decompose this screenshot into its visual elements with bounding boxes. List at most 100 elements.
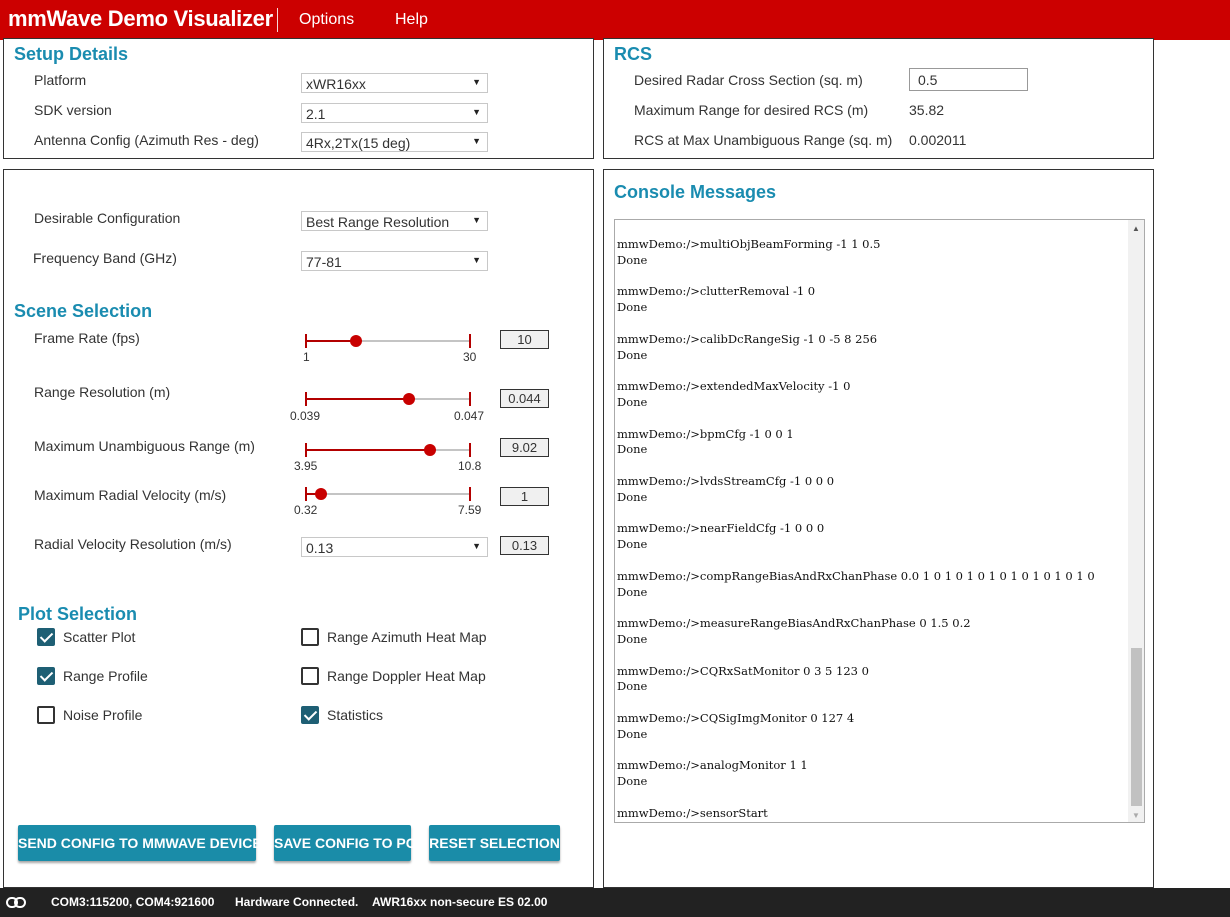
slider-thumb[interactable] — [402, 393, 415, 405]
menu-options[interactable]: Options — [299, 11, 354, 29]
sdk-label: SDK version — [34, 102, 112, 118]
frame-rate-value[interactable]: 10 — [500, 330, 549, 349]
console-scrollbar[interactable]: ▲ ▼ — [1128, 220, 1144, 822]
slider-min-tick — [305, 334, 307, 348]
console-command: mmwDemo:/>lvdsStreamCfg -1 0 0 0 — [617, 474, 835, 489]
max-radial-velocity-slider[interactable] — [305, 484, 471, 504]
status-connection: Hardware Connected. — [235, 895, 359, 909]
desirable-config-label: Desirable Configuration — [34, 210, 181, 226]
slider-max-tick — [469, 392, 471, 406]
slider-min-tick — [305, 392, 307, 406]
title-divider — [277, 8, 278, 32]
console-output[interactable]: mmwDemo:/>multiObjBeamForming -1 1 0.5 Do… — [614, 219, 1145, 823]
range-resolution-label: Range Resolution (m) — [34, 384, 171, 400]
send-config-button[interactable]: SEND CONFIG TO MMWAVE DEVICE — [18, 825, 262, 861]
max-velocity-min: 0.32 — [294, 503, 318, 517]
desired-rcs-input[interactable]: 0.5 — [909, 68, 1028, 91]
scene-selection-title: Scene Selection — [14, 301, 153, 321]
range-azimuth-heatmap-label: Range Azimuth Heat Map — [327, 629, 487, 645]
console-response: Done — [617, 300, 648, 315]
console-entry: mmwDemo:/>calibDcRangeSig -1 0 -5 8 256 D… — [617, 332, 1127, 363]
console-command: mmwDemo:/>clutterRemoval -1 0 — [617, 284, 816, 299]
max-velocity-max: 7.59 — [458, 503, 482, 517]
console-entry: mmwDemo:/>multiObjBeamForming -1 1 0.5 Do… — [617, 237, 1127, 268]
antenna-value: 4Rx,2Tx(15 deg) — [306, 135, 411, 151]
slider-thumb[interactable] — [350, 335, 363, 347]
console-entry: mmwDemo:/>lvdsStreamCfg -1 0 0 0 Done — [617, 474, 1127, 505]
app-title: mmWave Demo Visualizer — [8, 6, 273, 31]
status-device: AWR16xx non-secure ES 02.00 — [372, 895, 548, 909]
console-entry: mmwDemo:/>analogMonitor 1 1 Done — [617, 758, 1127, 789]
sdk-select[interactable]: 2.1 ▼ — [301, 103, 488, 123]
console-command: mmwDemo:/>extendedMaxVelocity -1 0 — [617, 379, 851, 394]
plot-selection-title: Plot Selection — [18, 604, 138, 624]
desirable-config-select[interactable]: Best Range Resolution ▼ — [301, 211, 488, 231]
link-icon — [6, 897, 26, 908]
save-config-button[interactable]: SAVE CONFIG TO PC — [274, 825, 416, 861]
range-doppler-heatmap-label: Range Doppler Heat Map — [327, 668, 486, 684]
status-ports: COM3:115200, COM4:921600 — [51, 895, 215, 909]
console-response: Done — [617, 394, 648, 409]
slider-thumb[interactable] — [424, 444, 437, 456]
desirable-config-value: Best Range Resolution — [306, 214, 450, 230]
range-resolution-slider[interactable] — [305, 389, 471, 409]
console-entry: mmwDemo:/>clutterRemoval -1 0 Done — [617, 284, 1127, 315]
noise-profile-label: Noise Profile — [63, 707, 143, 723]
console-response: Done — [617, 252, 648, 267]
reset-selection-button[interactable]: RESET SELECTION — [429, 825, 560, 861]
console-entry: mmwDemo:/>measureRangeBiasAndRxChanPhase… — [617, 616, 1127, 647]
range-resolution-value[interactable]: 0.044 — [500, 389, 549, 408]
menu-help[interactable]: Help — [395, 11, 428, 29]
statistics-checkbox[interactable] — [301, 706, 319, 724]
console-command: mmwDemo:/>analogMonitor 1 1 — [617, 758, 808, 773]
velocity-resolution-label: Radial Velocity Resolution (m/s) — [34, 536, 232, 552]
range-resolution-max: 0.047 — [454, 409, 485, 423]
console-command: mmwDemo:/>sensorStart — [617, 805, 768, 820]
frequency-band-label: Frequency Band (GHz) — [33, 250, 177, 266]
chevron-down-icon: ▼ — [472, 541, 481, 551]
app-header: mmWave Demo Visualizer Options Help — [0, 0, 1230, 40]
frequency-band-select[interactable]: 77-81 ▼ — [301, 251, 488, 271]
max-unambiguous-range-value[interactable]: 9.02 — [500, 438, 549, 457]
console-entry: mmwDemo:/>extendedMaxVelocity -1 0 Done — [617, 379, 1127, 410]
range-doppler-heatmap-checkbox[interactable] — [301, 667, 319, 685]
max-radial-velocity-value[interactable]: 1 — [500, 487, 549, 506]
scrollbar-thumb[interactable] — [1131, 648, 1142, 806]
chevron-down-icon: ▼ — [472, 255, 481, 265]
console-response: Done — [617, 726, 648, 741]
max-velocity-label: Maximum Radial Velocity (m/s) — [34, 487, 227, 503]
chevron-down-icon: ▼ — [472, 136, 481, 146]
scroll-down-icon[interactable]: ▼ — [1132, 811, 1140, 820]
slider-track — [305, 493, 471, 495]
velocity-resolution-value: 0.13 — [500, 536, 549, 555]
slider-max-tick — [469, 443, 471, 457]
console-entry: mmwDemo:/>CQRxSatMonitor 0 3 5 123 0 Done — [617, 664, 1127, 695]
console-command: mmwDemo:/>measureRangeBiasAndRxChanPhase… — [617, 616, 971, 631]
scroll-up-icon[interactable]: ▲ — [1132, 224, 1140, 233]
max-unambiguous-range-slider[interactable] — [305, 440, 471, 460]
noise-profile-checkbox[interactable] — [37, 706, 55, 724]
console-entry: mmwDemo:/>compRangeBiasAndRxChanPhase 0.… — [617, 569, 1127, 600]
console-response: Done — [617, 631, 648, 646]
antenna-label: Antenna Config (Azimuth Res - deg) — [34, 132, 259, 148]
scatter-plot-checkbox[interactable] — [37, 628, 55, 646]
platform-label: Platform — [34, 72, 87, 88]
console-command: mmwDemo:/>nearFieldCfg -1 0 0 0 — [617, 521, 825, 536]
console-response: Done — [617, 442, 648, 457]
antenna-select[interactable]: 4Rx,2Tx(15 deg) ▼ — [301, 132, 488, 152]
frame-rate-slider[interactable] — [305, 331, 471, 351]
range-profile-checkbox[interactable] — [37, 667, 55, 685]
chevron-down-icon: ▼ — [472, 107, 481, 117]
velocity-resolution-select[interactable]: 0.13 ▼ — [301, 537, 488, 557]
console-response: Done — [617, 347, 648, 362]
frame-rate-label: Frame Rate (fps) — [34, 330, 140, 346]
console-entry: mmwDemo:/>sensorStart — [617, 806, 1127, 822]
console-command: mmwDemo:/>CQSigImgMonitor 0 127 4 — [617, 711, 855, 726]
slider-fill — [305, 398, 409, 400]
platform-select[interactable]: xWR16xx ▼ — [301, 73, 488, 93]
rcs-title: RCS — [614, 44, 653, 64]
console-command: mmwDemo:/>calibDcRangeSig -1 0 -5 8 256 — [617, 331, 878, 346]
slider-thumb[interactable] — [314, 488, 327, 500]
console-title: Console Messages — [614, 182, 777, 202]
range-azimuth-heatmap-checkbox[interactable] — [301, 628, 319, 646]
